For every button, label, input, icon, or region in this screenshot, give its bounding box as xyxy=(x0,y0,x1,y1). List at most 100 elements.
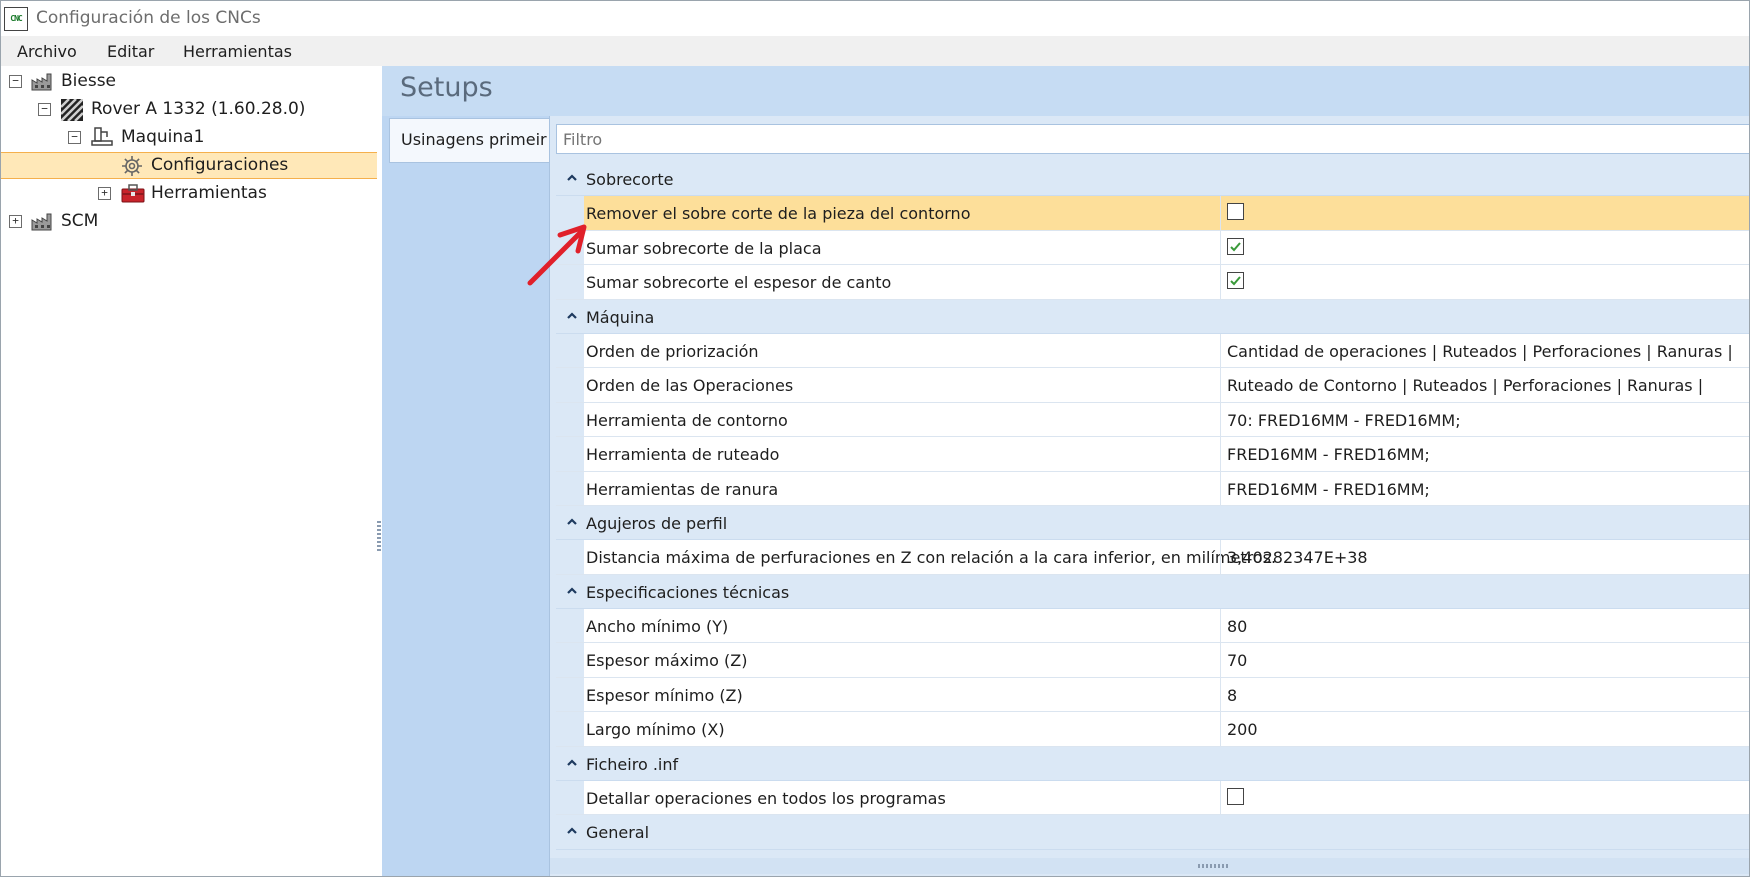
horizontal-scrollbar[interactable] xyxy=(550,858,1749,874)
property-value[interactable]: 3,40282347E+38 xyxy=(1227,548,1368,567)
category-label: Sobrecorte xyxy=(586,170,674,189)
property-name: Herramienta de ruteado xyxy=(586,445,780,465)
property-name: Distancia máxima de perfuraciones en Z c… xyxy=(586,548,1277,568)
splitter-grip[interactable] xyxy=(377,521,381,551)
property-row[interactable]: Sumar sobrecorte el espesor de canto xyxy=(556,265,1749,300)
property-checkbox[interactable] xyxy=(1227,788,1244,806)
column-divider xyxy=(1220,333,1221,368)
property-checkbox[interactable] xyxy=(1227,203,1244,221)
property-row[interactable]: Espesor máximo (Z) 70 xyxy=(556,643,1749,678)
collapse-icon[interactable]: − xyxy=(38,103,51,116)
tree-label: Herramientas xyxy=(151,183,267,203)
red-annotation-arrow-icon xyxy=(527,224,587,286)
expand-icon[interactable]: + xyxy=(9,215,22,228)
tree-label: Biesse xyxy=(61,71,117,91)
chevron-up-icon[interactable] xyxy=(565,309,579,323)
menu-archivo[interactable]: Archivo xyxy=(17,42,77,61)
property-value[interactable]: Cantidad de operaciones | Ruteados | Per… xyxy=(1227,342,1733,361)
scrollbar-grip[interactable] xyxy=(1198,864,1228,868)
property-name: Espesor mínimo (Z) xyxy=(586,685,743,705)
property-name: Orden de las Operaciones xyxy=(586,376,794,396)
expand-icon[interactable]: + xyxy=(98,187,111,200)
property-row[interactable]: Largo mínimo (X) 200 xyxy=(556,712,1749,747)
machine-tree: − Biesse − Rover A 1332 (1.60.28.0) − Ma… xyxy=(1,66,379,876)
menu-editar[interactable]: Editar xyxy=(107,42,154,61)
property-value[interactable]: FRED16MM - FRED16MM; xyxy=(1227,445,1430,464)
window-title: Configuración de los CNCs xyxy=(36,8,261,28)
property-row[interactable]: Orden de las Operaciones Ruteado de Conto… xyxy=(556,368,1749,403)
property-value[interactable]: 8 xyxy=(1227,686,1237,705)
column-divider xyxy=(1220,677,1221,712)
property-row[interactable]: Remover el sobre corte de la pieza del c… xyxy=(556,196,1749,231)
column-divider xyxy=(1220,643,1221,677)
property-name: Orden de priorización xyxy=(586,341,759,361)
column-divider xyxy=(1220,437,1221,471)
menu-bar: Archivo Editar Herramientas xyxy=(1,36,1749,66)
property-checkbox[interactable] xyxy=(1227,237,1244,255)
machine-icon xyxy=(91,127,113,147)
category-row[interactable]: General xyxy=(556,815,1749,850)
property-row[interactable]: Espesor mínimo (Z) 8 xyxy=(556,677,1749,713)
checkmark-icon xyxy=(1230,276,1241,286)
property-value[interactable]: FRED16MM - FRED16MM; xyxy=(1227,480,1430,499)
category-row[interactable]: Agujeros de perfil xyxy=(556,505,1749,541)
column-divider xyxy=(1220,230,1221,265)
chevron-up-icon[interactable] xyxy=(565,584,579,598)
column-divider xyxy=(1220,471,1221,505)
column-divider xyxy=(1220,609,1221,643)
tab-strip xyxy=(382,116,550,876)
category-label: Máquina xyxy=(586,307,655,327)
tree-label: Configuraciones xyxy=(151,155,289,175)
category-label: General xyxy=(586,823,650,843)
chevron-up-icon[interactable] xyxy=(565,756,579,770)
property-value[interactable]: 70: FRED16MM - FRED16MM; xyxy=(1227,411,1461,430)
column-divider xyxy=(1220,540,1221,574)
property-row[interactable]: Distancia máxima de perfuraciones en Z c… xyxy=(556,540,1749,575)
factory-icon xyxy=(31,211,53,231)
property-name: Herramientas de ranura xyxy=(586,479,779,499)
tree-label: Maquina1 xyxy=(121,127,205,147)
category-label: Especificaciones técnicas xyxy=(586,582,790,602)
property-row[interactable]: Herramienta de ruteado FRED16MM - FRED16M… xyxy=(556,437,1749,472)
property-row[interactable]: Orden de priorización Cantidad de operaci… xyxy=(556,333,1749,369)
column-divider xyxy=(1220,402,1221,437)
property-panel: Sobrecorte Remover el sobre corte de la p… xyxy=(549,116,1749,876)
property-name: Herramienta de contorno xyxy=(586,410,788,430)
collapse-icon[interactable]: − xyxy=(68,131,81,144)
checkmark-icon xyxy=(1230,242,1241,252)
setups-panel: Setups Usinagens primeir Sobrecorte Remov… xyxy=(382,66,1749,876)
property-row[interactable]: Herramientas de ranura FRED16MM - FRED16M… xyxy=(556,471,1749,506)
property-value[interactable]: 80 xyxy=(1227,617,1247,636)
property-value[interactable]: 70 xyxy=(1227,651,1247,670)
category-label: Ficheiro .inf xyxy=(586,754,679,774)
category-label: Agujeros de perfil xyxy=(586,513,728,533)
property-checkbox[interactable] xyxy=(1227,272,1244,290)
filter-input[interactable] xyxy=(556,124,1749,154)
property-value[interactable]: Ruteado de Contorno | Ruteados | Perfora… xyxy=(1227,376,1703,395)
category-row[interactable]: Máquina xyxy=(556,299,1749,334)
page-title: Setups xyxy=(400,72,493,103)
category-row[interactable]: Especificaciones técnicas xyxy=(556,574,1749,610)
column-divider xyxy=(1220,712,1221,746)
gear-icon xyxy=(121,155,143,176)
factory-icon xyxy=(31,71,53,91)
tree-label: Rover A 1332 (1.60.28.0) xyxy=(91,99,306,119)
property-row[interactable]: Ancho mínimo (Y) 80 xyxy=(556,609,1749,644)
category-row[interactable]: Ficheiro .inf xyxy=(556,746,1749,782)
app-window: CNC Configuración de los CNCs Archivo Ed… xyxy=(0,0,1750,877)
column-divider xyxy=(1220,781,1221,815)
property-grid: Sobrecorte Remover el sobre corte de la p… xyxy=(556,162,1749,874)
property-value[interactable]: 200 xyxy=(1227,720,1258,739)
collapse-icon[interactable]: − xyxy=(9,75,22,88)
menu-herramientas[interactable]: Herramientas xyxy=(183,42,292,61)
chevron-up-icon[interactable] xyxy=(565,824,579,838)
tab-usinagens-primeir[interactable]: Usinagens primeir xyxy=(389,118,549,163)
app-icon: CNC xyxy=(4,7,28,31)
chevron-up-icon[interactable] xyxy=(565,171,579,185)
property-name: Espesor máximo (Z) xyxy=(586,651,748,671)
property-row[interactable]: Detallar operaciones en todos los progra… xyxy=(556,781,1749,816)
chevron-up-icon[interactable] xyxy=(565,515,579,529)
property-row[interactable]: Herramienta de contorno 70: FRED16MM - FR… xyxy=(556,402,1749,438)
property-row[interactable]: Sumar sobrecorte de la placa xyxy=(556,230,1749,266)
category-row[interactable]: Sobrecorte xyxy=(556,162,1749,197)
